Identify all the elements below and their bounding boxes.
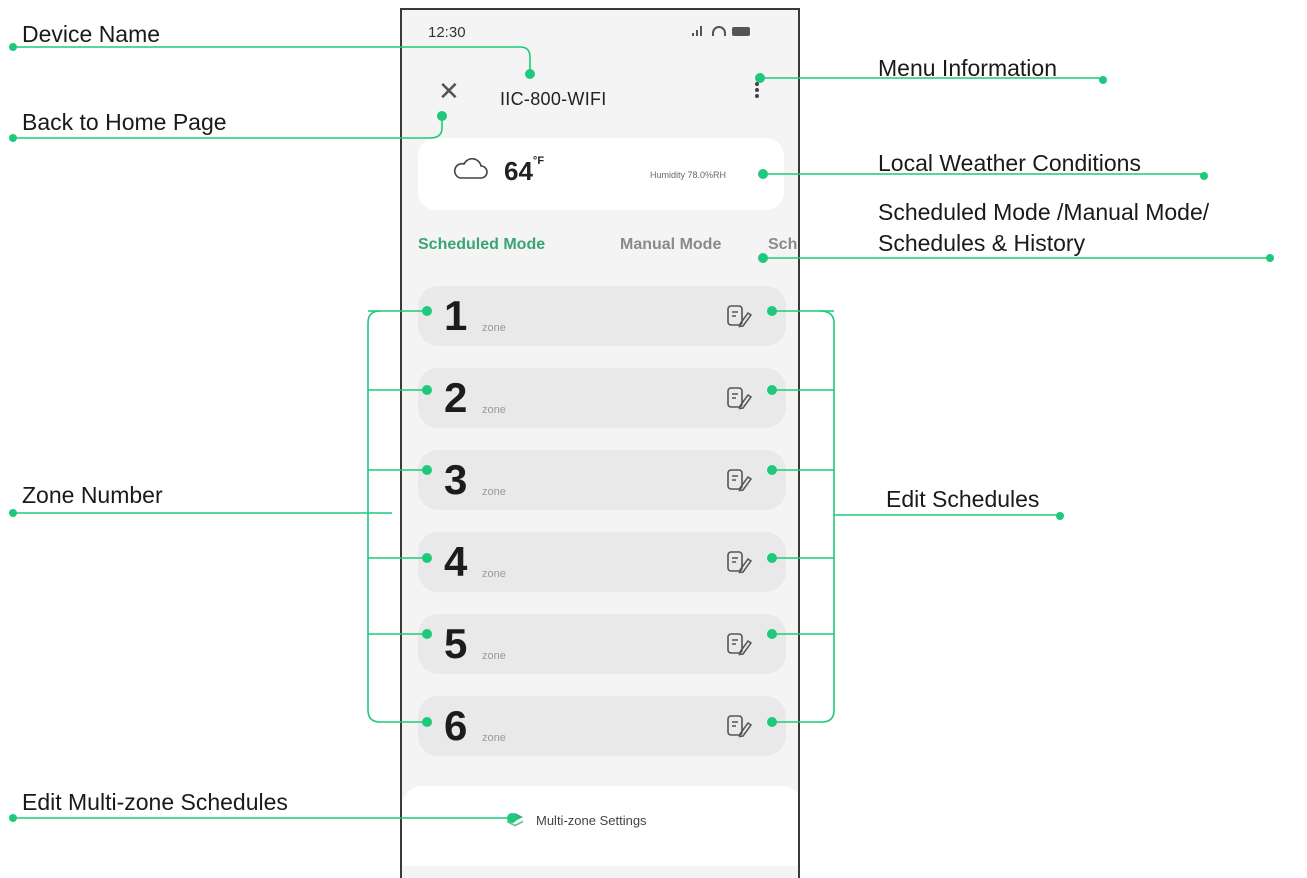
zone-card[interactable]: 4 zone: [418, 532, 786, 592]
tab-manual-mode[interactable]: Manual Mode: [620, 236, 721, 254]
annotation-modes-line1: Scheduled Mode /Manual Mode/: [878, 199, 1210, 225]
annotation-modes-line2: Schedules & History: [878, 230, 1086, 256]
zone-card[interactable]: 2 zone: [418, 368, 786, 428]
zone-label: zone: [482, 404, 506, 416]
layers-icon: [507, 813, 523, 827]
status-icons: [692, 26, 750, 36]
multi-zone-settings-label: Multi-zone Settings: [536, 812, 647, 828]
phone-screen: 12:30 ✕ IIC-800-WIFI 64°F Humidity 78.0%…: [400, 8, 800, 878]
zone-number: 4: [444, 538, 468, 585]
edit-schedule-icon[interactable]: [726, 714, 752, 738]
edit-schedule-icon[interactable]: [726, 386, 752, 410]
zone-label: zone: [482, 732, 506, 744]
humidity: Humidity 78.0%RH: [650, 170, 727, 180]
edit-schedule-icon[interactable]: [726, 304, 752, 328]
zone-number: 2: [444, 374, 468, 421]
zone-card[interactable]: 6 zone: [418, 696, 786, 756]
annotation-zone-number: Zone Number: [22, 482, 163, 508]
annotation-back-home: Back to Home Page: [22, 109, 227, 135]
wifi-icon: [712, 26, 726, 36]
zone-card[interactable]: 1 zone: [418, 286, 786, 346]
zone-label: zone: [482, 568, 506, 580]
tab-scheduled-mode[interactable]: Scheduled Mode: [418, 236, 545, 254]
battery-icon: [732, 26, 750, 36]
zone-number: 5: [444, 620, 468, 667]
temperature: 64°F: [504, 155, 545, 186]
annotation-weather: Local Weather Conditions: [878, 150, 1141, 176]
tab-schedules-history[interactable]: Sch: [768, 236, 797, 254]
weather-card: 64°F Humidity 78.0%RH: [418, 138, 784, 210]
annotation-device-name: Device Name: [22, 21, 161, 47]
zone-label: zone: [482, 322, 506, 334]
signal-icon: [692, 26, 706, 36]
edit-schedule-icon[interactable]: [726, 632, 752, 656]
annotation-menu-info: Menu Information: [878, 55, 1057, 81]
multi-zone-settings-button[interactable]: Multi-zone Settings: [506, 812, 647, 828]
edit-schedule-icon[interactable]: [726, 468, 752, 492]
annotation-edit-schedules: Edit Schedules: [886, 486, 1040, 512]
annotation-edit-multi: Edit Multi-zone Schedules: [22, 789, 288, 815]
bottom-bar: Multi-zone Settings: [402, 786, 798, 866]
zone-card[interactable]: 5 zone: [418, 614, 786, 674]
status-time: 12:30: [428, 24, 466, 41]
edit-schedule-icon[interactable]: [726, 550, 752, 574]
more-vertical-icon[interactable]: [752, 80, 762, 104]
device-name: IIC-800-WIFI: [500, 89, 607, 109]
cloud-icon: [453, 158, 488, 179]
zone-number: 1: [444, 292, 468, 339]
zone-label: zone: [482, 486, 506, 498]
close-icon[interactable]: ✕: [438, 78, 460, 104]
zone-label: zone: [482, 650, 506, 662]
zone-number: 6: [444, 702, 468, 749]
zone-number: 3: [444, 456, 468, 503]
zone-card[interactable]: 3 zone: [418, 450, 786, 510]
mode-tabs: Scheduled Mode Manual Mode Sch: [418, 234, 798, 264]
